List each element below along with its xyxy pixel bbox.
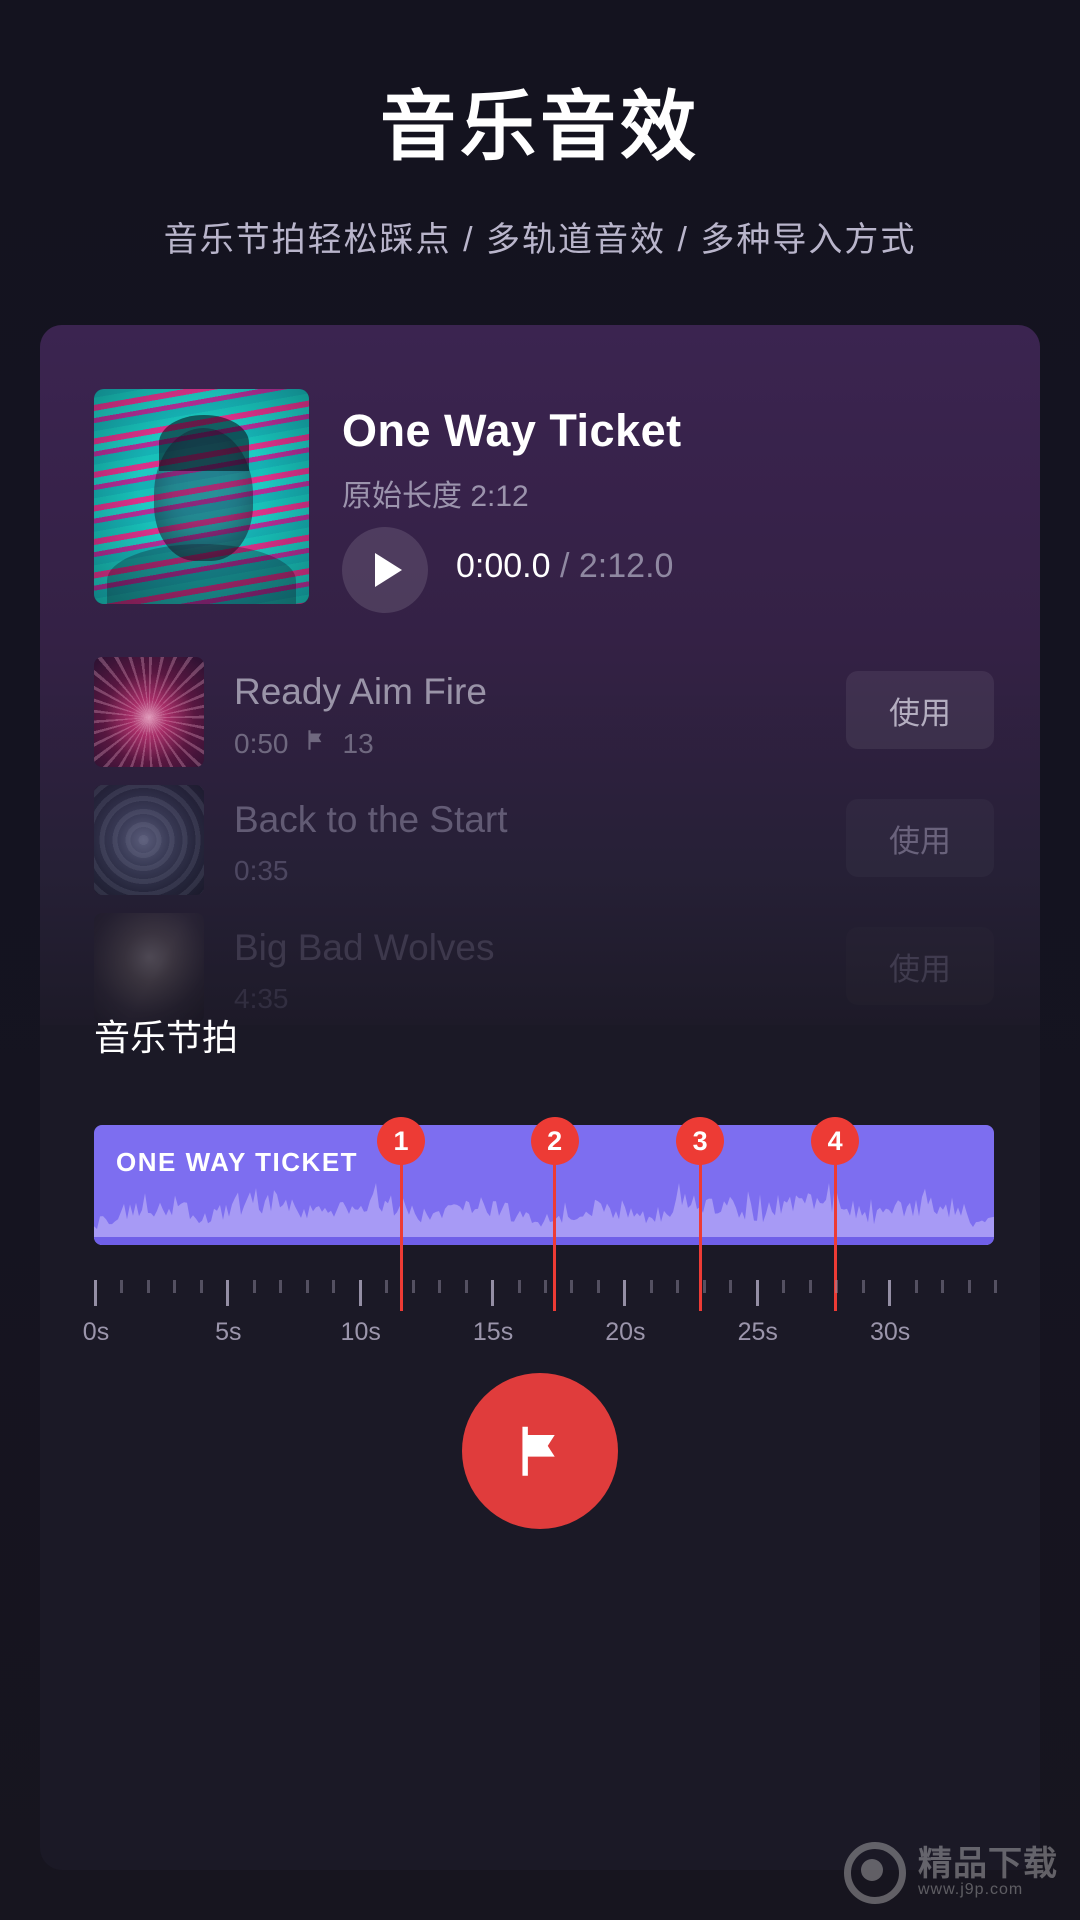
- ruler-tick-minor: [332, 1280, 336, 1293]
- now-playing-title: One Way Ticket: [342, 405, 682, 456]
- beat-marker-pin[interactable]: 4: [811, 1117, 860, 1165]
- beats-section-label: 音乐节拍: [94, 1017, 239, 1058]
- ruler-tick-major: [358, 1280, 362, 1306]
- ruler-tick-minor: [676, 1280, 680, 1293]
- time-separator: /: [559, 547, 570, 585]
- ruler-tick-major: [226, 1280, 230, 1306]
- play-icon: [375, 553, 402, 587]
- ruler-tick-minor: [279, 1280, 283, 1293]
- track-duration: 4:35: [234, 983, 289, 1014]
- ruler-tick-minor: [649, 1280, 653, 1293]
- track-title: Big Bad Wolves: [234, 927, 495, 968]
- ruler-tick-minor: [464, 1280, 468, 1293]
- track-thumbnail: [94, 913, 204, 1023]
- now-playing-original-length: 原始长度 2:12: [342, 480, 529, 513]
- watermark-text: 精品下载 www.j9p.com: [918, 1844, 1058, 1899]
- track-title: Ready Aim Fire: [234, 671, 487, 712]
- ruler-tick-minor: [305, 1280, 309, 1293]
- ruler-tick-minor: [173, 1280, 177, 1293]
- track-thumbnail: [94, 785, 204, 895]
- ruler-tick-minor: [994, 1280, 997, 1293]
- ruler-tick-minor: [835, 1280, 839, 1293]
- ruler-tick-minor: [861, 1280, 865, 1293]
- now-playing-section: One Way Ticket 原始长度 2:12 0:00.0 / 2:12.0: [94, 389, 994, 619]
- p-logo-icon: [844, 1842, 906, 1904]
- ruler-tick-minor: [544, 1280, 547, 1293]
- play-button[interactable]: [342, 527, 428, 613]
- ruler-tick-minor: [438, 1280, 442, 1293]
- ruler-tick-major: [623, 1280, 627, 1306]
- ruler-tick-minor: [782, 1280, 786, 1293]
- use-button[interactable]: 使用: [846, 671, 994, 749]
- ruler-tick-label: 25s: [737, 1318, 778, 1346]
- ruler-tick-minor: [146, 1280, 150, 1293]
- album-art: [94, 389, 309, 604]
- page-title: 音乐音效: [380, 85, 700, 170]
- ruler-tick-minor: [411, 1280, 415, 1293]
- ruler-tick-major: [491, 1280, 495, 1306]
- use-button[interactable]: 使用: [846, 799, 994, 877]
- watermark-name: 精品下载: [918, 1844, 1058, 1883]
- playback-time: 0:00.0 / 2:12.0: [456, 547, 673, 586]
- total-time: 2:12.0: [578, 547, 674, 585]
- table-row[interactable]: Back to the Start 0:35 使用: [94, 785, 994, 895]
- watermark-url: www.j9p.com: [918, 1881, 1024, 1899]
- ruler-tick-minor: [517, 1280, 521, 1293]
- waveform-area[interactable]: ONE WAY TICKET 1 2 3 4: [94, 1117, 994, 1311]
- ruler-tick-minor: [199, 1280, 203, 1293]
- ruler-tick-minor: [385, 1280, 389, 1293]
- flag-icon: [522, 1426, 555, 1476]
- track-thumbnail: [94, 657, 204, 767]
- current-time: 0:00.0: [456, 547, 551, 585]
- waveform-baseline: [94, 1237, 994, 1245]
- beat-marker-pin[interactable]: 3: [676, 1117, 725, 1165]
- ruler-tick-minor: [729, 1280, 733, 1293]
- table-row[interactable]: Ready Aim Fire 0:50 13 使用: [94, 657, 994, 767]
- ruler-tick-label: 20s: [605, 1318, 646, 1346]
- ruler-tick-minor: [702, 1280, 706, 1293]
- ruler-tick-major: [888, 1280, 892, 1306]
- album-art-vignette: [94, 389, 309, 604]
- app-screen: 音乐音效 音乐节拍轻松踩点 / 多轨道音效 / 多种导入方式 One Way T…: [0, 0, 1080, 1920]
- waveform-track-name: ONE WAY TICKET: [116, 1147, 359, 1177]
- ruler-tick-minor: [252, 1280, 256, 1293]
- ruler-tick-major: [755, 1280, 759, 1306]
- beat-marker-pin[interactable]: 1: [377, 1117, 426, 1165]
- timeline-ruler: 0s 5s 10s 15s 20s 25s 30s: [83, 1280, 997, 1360]
- music-panel-card: One Way Ticket 原始长度 2:12 0:00.0 / 2:12.0…: [40, 325, 1040, 1870]
- ruler-tick-minor: [120, 1280, 124, 1293]
- beat-marker-pin[interactable]: 2: [530, 1117, 579, 1165]
- track-beat-count: 13: [342, 727, 374, 759]
- add-beat-button[interactable]: [462, 1373, 618, 1529]
- ruler-tick-minor: [967, 1280, 971, 1293]
- watermark: 精品下载 www.j9p.com: [844, 1842, 1058, 1904]
- track-duration: 0:35: [234, 855, 289, 886]
- flag-icon: [303, 727, 329, 760]
- ruler-tick-minor: [808, 1280, 812, 1293]
- ruler-tick-label: 15s: [472, 1318, 514, 1346]
- ruler-tick-major: [94, 1280, 97, 1306]
- use-button[interactable]: 使用: [846, 927, 994, 1005]
- track-meta: 0:35: [234, 855, 289, 887]
- ruler-tick-minor: [596, 1280, 600, 1293]
- track-meta: 4:35: [234, 983, 289, 1015]
- ruler-tick-label: 30s: [869, 1318, 911, 1346]
- ruler-tick-label: 5s: [215, 1318, 242, 1346]
- ruler-tick-minor: [914, 1280, 918, 1293]
- ruler-tick-minor: [941, 1280, 945, 1293]
- ruler-tick-minor: [570, 1280, 574, 1293]
- ruler-tick-label: 10s: [340, 1318, 381, 1346]
- track-meta: 0:50 13: [234, 727, 374, 760]
- track-duration: 0:50: [234, 727, 289, 759]
- track-title: Back to the Start: [234, 799, 508, 840]
- ruler-tick-label: 0s: [82, 1318, 110, 1346]
- page-subtitle: 音乐节拍轻松踩点 / 多轨道音效 / 多种导入方式: [163, 221, 917, 259]
- table-row[interactable]: Big Bad Wolves 4:35 使用: [94, 913, 994, 1023]
